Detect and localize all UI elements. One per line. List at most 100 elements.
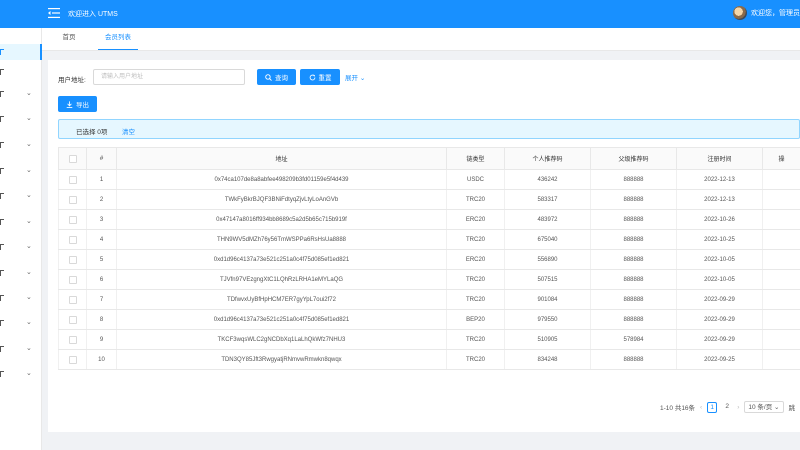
sidebar-item[interactable]: ⌄: [0, 214, 42, 230]
page-number[interactable]: 2: [722, 402, 732, 413]
table-row[interactable]: 4 THN9WV5dMZh76y56TmWSPPa6RsHsUa8888 TRC20…: [58, 229, 800, 250]
top-header: 欢迎进入 UTMS 欢迎您，管理员: [0, 0, 800, 28]
parent-referral-code: 888888: [590, 229, 677, 250]
menu-icon: [0, 142, 4, 148]
user-menu[interactable]: 欢迎您，管理员: [733, 6, 800, 20]
menu-icon: [0, 295, 4, 301]
column-header[interactable]: 操: [762, 147, 800, 170]
row-checkbox[interactable]: [68, 255, 77, 264]
actions-cell: [762, 309, 800, 330]
row-index: 2: [86, 189, 117, 210]
sidebar-item[interactable]: ⌄: [0, 315, 42, 331]
menu-icon: [0, 320, 4, 326]
export-button[interactable]: 导出: [58, 96, 97, 112]
wallet-address: TDfwvxUyBfHpHCM7ER7gyYpL7oui2f72: [116, 289, 447, 310]
expand-toggle[interactable]: 展开 ⌄: [345, 72, 365, 82]
row-index: 6: [86, 269, 117, 290]
select-all-checkbox[interactable]: [68, 154, 77, 163]
pagination: 1-10 共16条 ‹ 1 2 › 10 条/页 ⌄ 跳: [660, 401, 795, 413]
chevron-down-icon: ⌄: [26, 319, 32, 326]
column-header[interactable]: 链类型: [446, 147, 505, 170]
sidebar-item[interactable]: ⌄: [0, 188, 42, 204]
page-number-current[interactable]: 1: [707, 401, 718, 413]
chain-type: TRC20: [446, 329, 505, 350]
sidebar-item[interactable]: ⌄: [0, 366, 42, 382]
actions-cell: [762, 349, 800, 370]
sidebar-item[interactable]: [0, 64, 42, 80]
next-page-icon[interactable]: ›: [737, 404, 739, 411]
row-checkbox[interactable]: [68, 275, 77, 284]
avatar[interactable]: [733, 6, 747, 20]
app-welcome-title: 欢迎进入 UTMS: [68, 11, 118, 18]
sidebar-item[interactable]: ⌄: [0, 341, 42, 357]
export-button-label: 导出: [76, 102, 89, 109]
row-index: 1: [86, 169, 117, 190]
personal-referral-code: 510905: [504, 329, 591, 350]
row-select-cell: [58, 349, 87, 370]
sidebar-item[interactable]: ⌄: [0, 86, 42, 102]
column-header[interactable]: 父级推荐码: [590, 147, 677, 170]
row-checkbox[interactable]: [68, 235, 77, 244]
user-address-input[interactable]: [93, 69, 245, 85]
row-checkbox[interactable]: [68, 315, 77, 324]
prev-page-icon[interactable]: ‹: [700, 404, 702, 411]
table-row[interactable]: 3 0x47147a8016ff934bb8689c5a2d5b65c715b91…: [58, 209, 800, 230]
column-header[interactable]: 注册时间: [676, 147, 763, 170]
page-size-select[interactable]: 10 条/页 ⌄: [744, 401, 784, 413]
column-header[interactable]: #: [86, 147, 117, 170]
column-header[interactable]: 个人推荐码: [504, 147, 591, 170]
table-row[interactable]: 2 TWkFyBkrBJQF3BNiFdtyqZjvLtyLoAnGVb TRC20…: [58, 189, 800, 210]
sidebar-item[interactable]: ⌄: [0, 239, 42, 255]
chevron-down-icon: ⌄: [26, 167, 32, 174]
jump-label: 跳: [788, 405, 796, 412]
query-button[interactable]: 查询: [257, 69, 296, 85]
menu-icon: [0, 91, 4, 97]
table-row[interactable]: 9 TKCF3wqsWLC2gNCDbXq1LaLhQkWfz7NHU3 TRC20…: [58, 329, 800, 350]
clear-selection-link[interactable]: 清空: [122, 126, 135, 136]
tab-home[interactable]: 首页: [60, 28, 78, 50]
table-row[interactable]: 1 0x74ca107de8a8abfee498209b3fd01159e5f4d…: [58, 169, 800, 190]
row-checkbox[interactable]: [68, 175, 77, 184]
menu-icon: [0, 244, 4, 250]
sidebar-item[interactable]: [0, 44, 42, 60]
column-header[interactable]: 地址: [116, 147, 447, 170]
tab-member-list[interactable]: 会员列表: [98, 28, 138, 50]
row-select-cell: [58, 229, 87, 250]
table-row[interactable]: 10 TDN3QY85Jft3RwgyatjRNmvwRmwkn8qwqx TRC2…: [58, 349, 800, 370]
row-checkbox[interactable]: [68, 355, 77, 364]
personal-referral-code: 675040: [504, 229, 591, 250]
menu-icon: [0, 193, 4, 199]
menu-fold-icon[interactable]: [48, 8, 60, 18]
menu-icon: [0, 168, 4, 174]
wallet-address: 0x47147a8016ff934bb8689c5a2d5b65c715b919…: [116, 209, 447, 230]
reset-button[interactable]: 重置: [300, 69, 340, 85]
sidebar-item[interactable]: ⌄: [0, 137, 42, 153]
wallet-address: TJVfn97VEzgngXtC1LQhRzLRHA1eMYLaQG: [116, 269, 447, 290]
sidebar-item[interactable]: ⌄: [0, 163, 42, 179]
menu-icon: [0, 371, 4, 377]
table-row[interactable]: 7 TDfwvxUyBfHpHCM7ER7gyYpL7oui2f72 TRC20 90…: [58, 289, 800, 310]
sidebar-item[interactable]: ⌄: [0, 111, 42, 127]
chain-type: ERC20: [446, 209, 505, 230]
row-select-cell: [58, 309, 87, 330]
register-time: 2022-09-25: [676, 349, 763, 370]
row-checkbox[interactable]: [68, 295, 77, 304]
selected-count: 已选择 0项: [76, 129, 108, 136]
row-checkbox[interactable]: [68, 195, 77, 204]
row-checkbox[interactable]: [68, 215, 77, 224]
row-checkbox[interactable]: [68, 335, 77, 344]
table-row[interactable]: 5 0xd1d96c4137a73e521c251a0c4f75d085ef1ed…: [58, 249, 800, 270]
table-row[interactable]: 6 TJVfn97VEzgngXtC1LQhRzLRHA1eMYLaQG TRC20…: [58, 269, 800, 290]
expand-label: 展开: [345, 75, 358, 82]
chevron-down-icon: ⌄: [26, 294, 32, 301]
user-greeting[interactable]: 欢迎您，管理员: [751, 8, 800, 18]
personal-referral-code: 556890: [504, 249, 591, 270]
row-index: 7: [86, 289, 117, 310]
sidebar-item[interactable]: ⌄: [0, 290, 42, 306]
table-row[interactable]: 8 0xd1d96c4137a73e521c251a0c4f75d085ef1ed…: [58, 309, 800, 330]
menu-icon: [0, 69, 4, 75]
actions-cell: [762, 169, 800, 190]
menu-icon: [0, 219, 4, 225]
sidebar-item[interactable]: ⌄: [0, 265, 42, 281]
menu-icon: [0, 49, 4, 55]
